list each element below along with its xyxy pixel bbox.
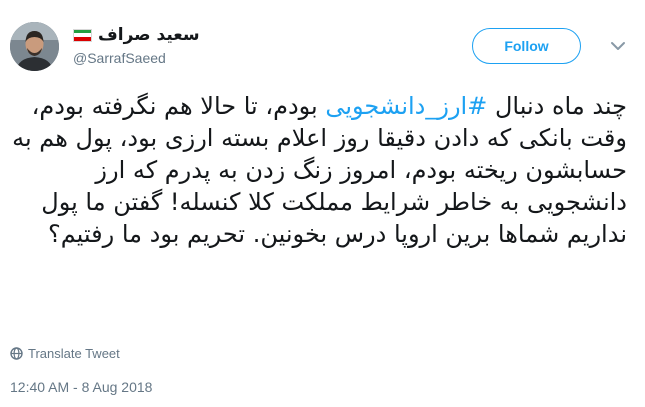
- author-display-name[interactable]: سعید صراف: [98, 25, 200, 45]
- translate-label: Translate Tweet: [28, 346, 120, 361]
- avatar-image: [10, 22, 59, 71]
- iran-flag-icon: [73, 28, 92, 42]
- name-row: سعید صراف: [73, 22, 200, 48]
- tweet-header: سعید صراف @SarrafSaeed Follow: [10, 22, 635, 76]
- chevron-down-icon[interactable]: [610, 40, 626, 52]
- hashtag-link[interactable]: #ارز_دانشجویی: [325, 92, 487, 120]
- author-info: سعید صراف @SarrafSaeed: [73, 22, 200, 66]
- globe-icon: [10, 347, 23, 360]
- avatar[interactable]: [10, 22, 59, 71]
- tweet-text: چند ماه دنبال #ارز_دانشجویی بودم، تا حال…: [10, 90, 627, 250]
- tweet-card: سعید صراف @SarrafSaeed Follow چند ماه دن…: [0, 0, 645, 407]
- author-handle[interactable]: @SarrafSaeed: [73, 50, 200, 66]
- follow-button[interactable]: Follow: [472, 28, 581, 64]
- tweet-timestamp[interactable]: 12:40 AM - 8 Aug 2018: [10, 379, 152, 395]
- tweet-text-prefix: چند ماه دنبال: [487, 92, 627, 120]
- translate-tweet-link[interactable]: Translate Tweet: [10, 346, 120, 361]
